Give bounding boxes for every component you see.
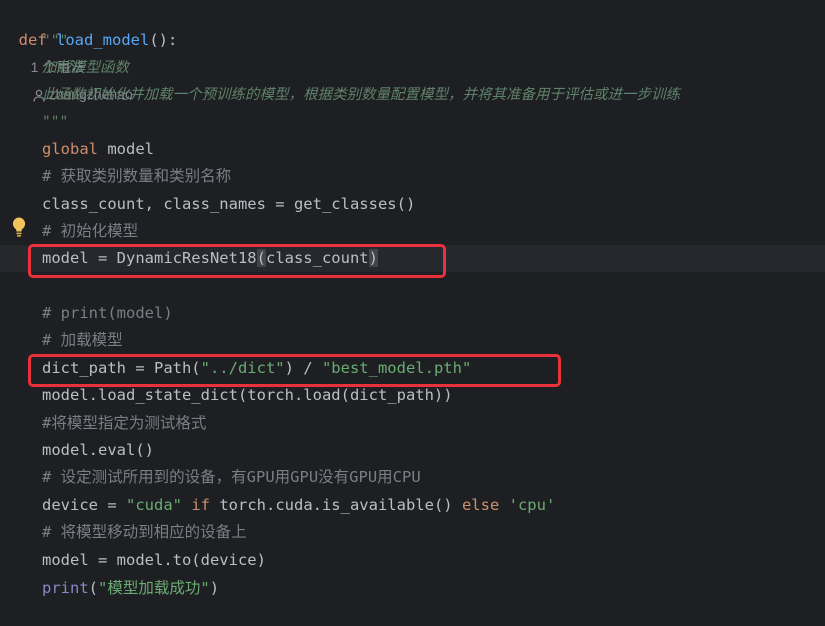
doc-line-2: 此函数初始化并加载一个预训练的模型，根据类别数量配置模型，并将其准备用于评估或进… (42, 87, 680, 103)
string-literal: "模型加载成功" (98, 579, 210, 597)
highlight-box-model (28, 244, 446, 278)
if-keyword: if (182, 496, 220, 514)
comment: #将模型指定为测试格式 (42, 414, 207, 432)
code-line-comment-4[interactable]: # 加载模型 (0, 327, 825, 354)
code-text: torch.cuda.is_available() (219, 496, 453, 514)
code-text: model = model.to(device) (42, 551, 266, 569)
string-literal: "cuda" (126, 496, 182, 514)
code-line-to-device[interactable]: model = model.to(device) (0, 547, 825, 574)
code-text: class_count, class_names = get_classes() (42, 195, 416, 213)
code-line-get-classes[interactable]: class_count, class_names = get_classes() (0, 191, 825, 218)
code-line-eval[interactable]: model.eval() (0, 437, 825, 464)
doc-close: """ (42, 114, 69, 130)
else-keyword: else (452, 496, 509, 514)
code-line-comment-2[interactable]: # 初始化模型 (0, 218, 825, 245)
code-line-comment-3[interactable]: # print(model) (0, 300, 825, 327)
paren-close: ) (209, 579, 220, 597)
code-line-load-state[interactable]: model.load_state_dict(torch.load(dict_pa… (0, 382, 825, 409)
global-var: model (98, 140, 154, 158)
code-text: model.eval() (42, 441, 154, 459)
code-line-global[interactable]: global model (0, 136, 825, 163)
code-line-comment-7[interactable]: # 将模型移动到相应的设备上 (0, 519, 825, 546)
code-line-doc2[interactable]: 此函数初始化并加载一个预训练的模型，根据类别数量配置模型，并将其准备用于评估或进… (0, 81, 825, 108)
comment: # 获取类别数量和类别名称 (42, 167, 232, 185)
code-line-doc-open[interactable]: """ (0, 27, 825, 54)
doc-line-1: 加载模型函数 (42, 60, 129, 76)
code-line-def[interactable]: def load_model(): 1 个用法 zhangzhehao (0, 0, 825, 102)
string-literal: 'cpu' (508, 496, 556, 514)
code-text: device = (42, 496, 126, 514)
comment: # 加载模型 (42, 331, 123, 349)
code-line-device[interactable]: device = "cuda" if torch.cuda.is_availab… (0, 492, 825, 519)
comment: # 设定测试所用到的设备，有GPU用GPU没有GPU用CPU (42, 468, 421, 486)
comment: # 初始化模型 (42, 222, 139, 240)
code-line-comment-1[interactable]: # 获取类别数量和类别名称 (0, 163, 825, 190)
comment: # 将模型移动到相应的设备上 (42, 523, 247, 541)
comment: # print(model) (42, 304, 173, 322)
code-line-comment-5[interactable]: #将模型指定为测试格式 (0, 410, 825, 437)
code-line-doc-close[interactable]: """ (0, 108, 825, 135)
paren-open: ( (88, 579, 99, 597)
doc-open: """ (42, 33, 69, 49)
print-builtin: print (42, 579, 89, 597)
code-line-print[interactable]: print("模型加载成功") (0, 575, 825, 602)
code-text: model.load_state_dict(torch.load(dict_pa… (42, 386, 453, 404)
code-line-doc1[interactable]: 加载模型函数 (0, 54, 825, 81)
code-line-comment-6[interactable]: # 设定测试所用到的设备，有GPU用GPU没有GPU用CPU (0, 464, 825, 491)
global-keyword: global (42, 140, 98, 158)
